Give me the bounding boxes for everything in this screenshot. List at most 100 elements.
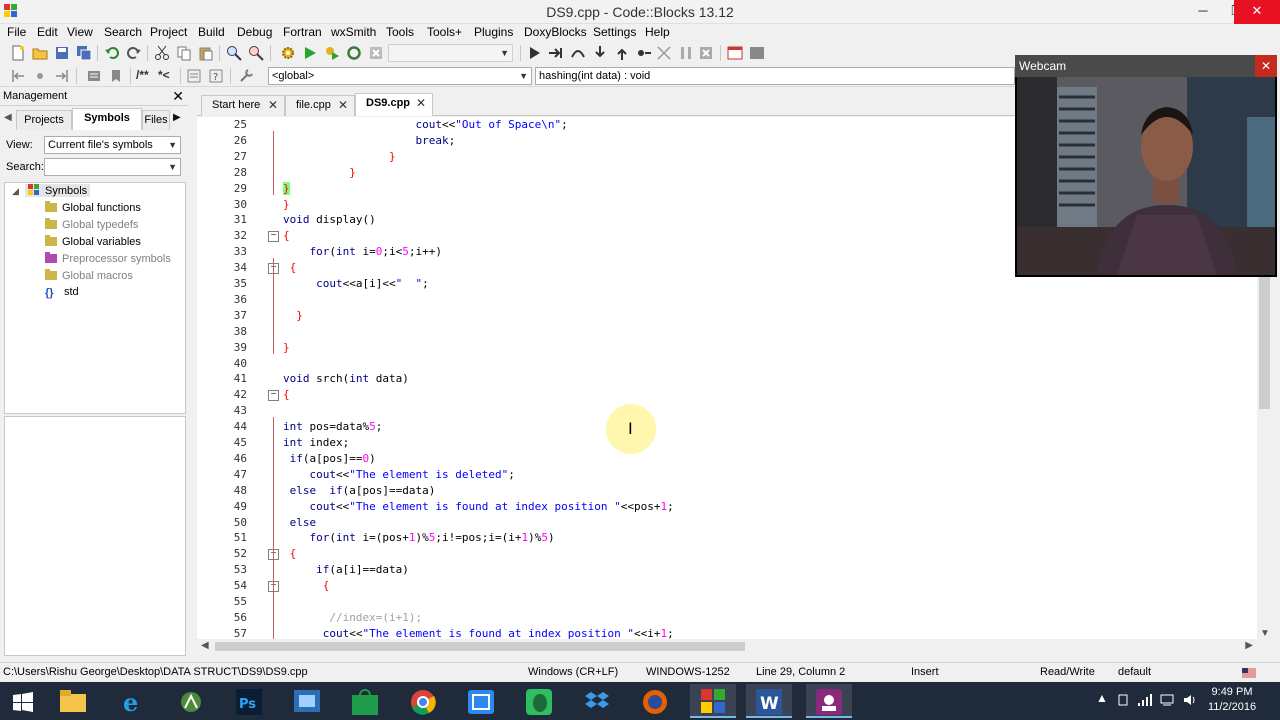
step-out-icon[interactable] [614, 45, 630, 61]
tree-item-global-typedefs[interactable]: Global typedefs [45, 218, 138, 231]
scope-combo[interactable]: <global> ▼ [268, 67, 532, 85]
cut-icon[interactable] [154, 45, 170, 61]
pause-icon[interactable] [678, 45, 694, 61]
tree-item-global-macros[interactable]: Global macros [45, 269, 133, 282]
menu-help[interactable]: Help [645, 25, 670, 39]
tab-file-cpp[interactable]: file.cpp ✕ [285, 95, 355, 116]
volume-icon[interactable] [1183, 693, 1197, 707]
close-button[interactable]: ✕ [1234, 0, 1280, 24]
scrollbar-thumb[interactable] [215, 642, 745, 651]
network-icon[interactable] [1160, 693, 1174, 707]
taskbar-store[interactable] [342, 684, 388, 718]
taskbar-movie-maker[interactable] [284, 684, 330, 718]
open-folder-icon[interactable] [32, 45, 48, 61]
taskbar-codeblocks[interactable] [690, 684, 736, 718]
close-tab-icon[interactable]: ✕ [338, 96, 348, 115]
function-combo[interactable]: hashing(int data) : void [535, 67, 1015, 85]
jump-back-icon[interactable] [10, 68, 26, 84]
tree-item-global-variables[interactable]: Global variables [45, 235, 141, 248]
minimize-button[interactable]: ─ [1186, 0, 1220, 24]
menu-plugins[interactable]: Plugins [474, 25, 513, 39]
menu-wxsmith[interactable]: wxSmith [331, 25, 376, 39]
menu-tools-plus[interactable]: Tools+ [427, 25, 462, 39]
tree-item-global-functions[interactable]: Global functions [45, 201, 141, 214]
webcam-window[interactable]: Webcam ✕ [1015, 55, 1277, 277]
next-instruction-icon[interactable] [636, 45, 652, 61]
bookmark-flag-icon[interactable] [108, 68, 124, 84]
close-tab-icon[interactable]: ✕ [268, 96, 278, 115]
rebuild-icon[interactable] [346, 45, 362, 61]
power-plug-icon[interactable] [1116, 693, 1130, 707]
taskbar-file-explorer[interactable] [50, 684, 96, 718]
undo-icon[interactable] [104, 45, 120, 61]
new-file-icon[interactable] [10, 45, 26, 61]
tree-root-symbols[interactable]: Symbols [25, 184, 91, 197]
menu-project[interactable]: Project [150, 25, 187, 39]
menu-build[interactable]: Build [198, 25, 225, 39]
paste-icon[interactable] [198, 45, 214, 61]
debug-windows-icon[interactable] [727, 45, 743, 61]
tab-projects[interactable]: Projects [16, 110, 72, 130]
run-to-cursor-icon[interactable] [548, 45, 564, 61]
tab-scroll-left-icon[interactable]: ◀ [4, 112, 12, 123]
doxy-help-icon[interactable]: ? [208, 68, 224, 84]
toggle-bookmark-icon[interactable] [86, 68, 102, 84]
scroll-left-icon[interactable]: ◀ [201, 640, 209, 651]
menu-edit[interactable]: Edit [37, 25, 58, 39]
next-line-icon[interactable] [570, 45, 586, 61]
close-tab-icon[interactable]: ✕ [416, 94, 426, 113]
taskbar-word[interactable]: W [746, 684, 792, 718]
tab-ds9-cpp[interactable]: DS9.cpp ✕ [355, 93, 433, 116]
menu-search[interactable]: Search [104, 25, 142, 39]
tab-scroll-right-icon[interactable]: ▶ [173, 112, 181, 123]
debug-continue-icon[interactable] [526, 45, 542, 61]
tab-symbols[interactable]: Symbols [72, 108, 142, 130]
tab-start-here[interactable]: Start here ✕ [201, 95, 285, 116]
taskbar-firefox[interactable] [632, 684, 678, 718]
taskbar-evernote[interactable] [516, 684, 562, 718]
redo-icon[interactable] [126, 45, 142, 61]
taskbar-dropbox[interactable] [574, 684, 620, 718]
doxy-inline-button[interactable]: *< [158, 68, 170, 82]
scroll-right-icon[interactable]: ▶ [1245, 640, 1253, 651]
search-input[interactable]: ▼ [44, 158, 181, 176]
step-into-icon[interactable] [592, 45, 608, 61]
fold-toggle-icon[interactable]: − [268, 231, 279, 243]
management-close-button[interactable]: ✕ [172, 88, 184, 105]
tray-overflow-icon[interactable]: ▲ [1096, 691, 1108, 705]
taskbar-chrome[interactable] [400, 684, 446, 718]
signal-bars-icon[interactable] [1138, 693, 1152, 707]
taskbar-photoshop[interactable]: Ps [226, 684, 272, 718]
debug-info-icon[interactable] [749, 45, 765, 61]
menu-settings[interactable]: Settings [593, 25, 636, 39]
save-icon[interactable] [54, 45, 70, 61]
doxy-comment-button[interactable]: /** [136, 68, 149, 82]
taskbar-webcam-app[interactable] [806, 684, 852, 718]
tree-collapse-icon[interactable]: ◢ [12, 186, 19, 197]
taskbar-remote-app[interactable] [458, 684, 504, 718]
build-gear-icon[interactable] [280, 45, 296, 61]
find-icon[interactable] [226, 45, 242, 61]
build-target-combo[interactable]: ▼ [388, 44, 513, 62]
scroll-down-icon[interactable]: ▼ [1260, 628, 1270, 639]
start-button[interactable] [0, 684, 46, 718]
copy-icon[interactable] [176, 45, 192, 61]
menu-tools[interactable]: Tools [386, 25, 414, 39]
menu-file[interactable]: File [7, 25, 26, 39]
wrench-icon[interactable] [238, 68, 254, 84]
view-select[interactable]: Current file's symbols ▼ [44, 136, 181, 154]
doxy-config-icon[interactable] [186, 68, 202, 84]
tree-item-preprocessor-symbols[interactable]: Preprocessor symbols [45, 252, 171, 265]
build-and-run-icon[interactable] [324, 45, 340, 61]
taskbar-internet-explorer[interactable]: e [110, 684, 156, 718]
tab-files[interactable]: Files [142, 110, 170, 130]
bookmark-dot-icon[interactable] [32, 68, 48, 84]
editor-horizontal-scrollbar[interactable]: ◀ ▶ [197, 639, 1257, 654]
stop-debugger-icon[interactable] [698, 45, 714, 61]
menu-doxyblocks[interactable]: DoxyBlocks [524, 25, 587, 39]
menu-view[interactable]: View [67, 25, 93, 39]
save-all-icon[interactable] [76, 45, 92, 61]
menu-fortran[interactable]: Fortran [283, 25, 322, 39]
jump-forward-icon[interactable] [54, 68, 70, 84]
replace-icon[interactable] [248, 45, 264, 61]
